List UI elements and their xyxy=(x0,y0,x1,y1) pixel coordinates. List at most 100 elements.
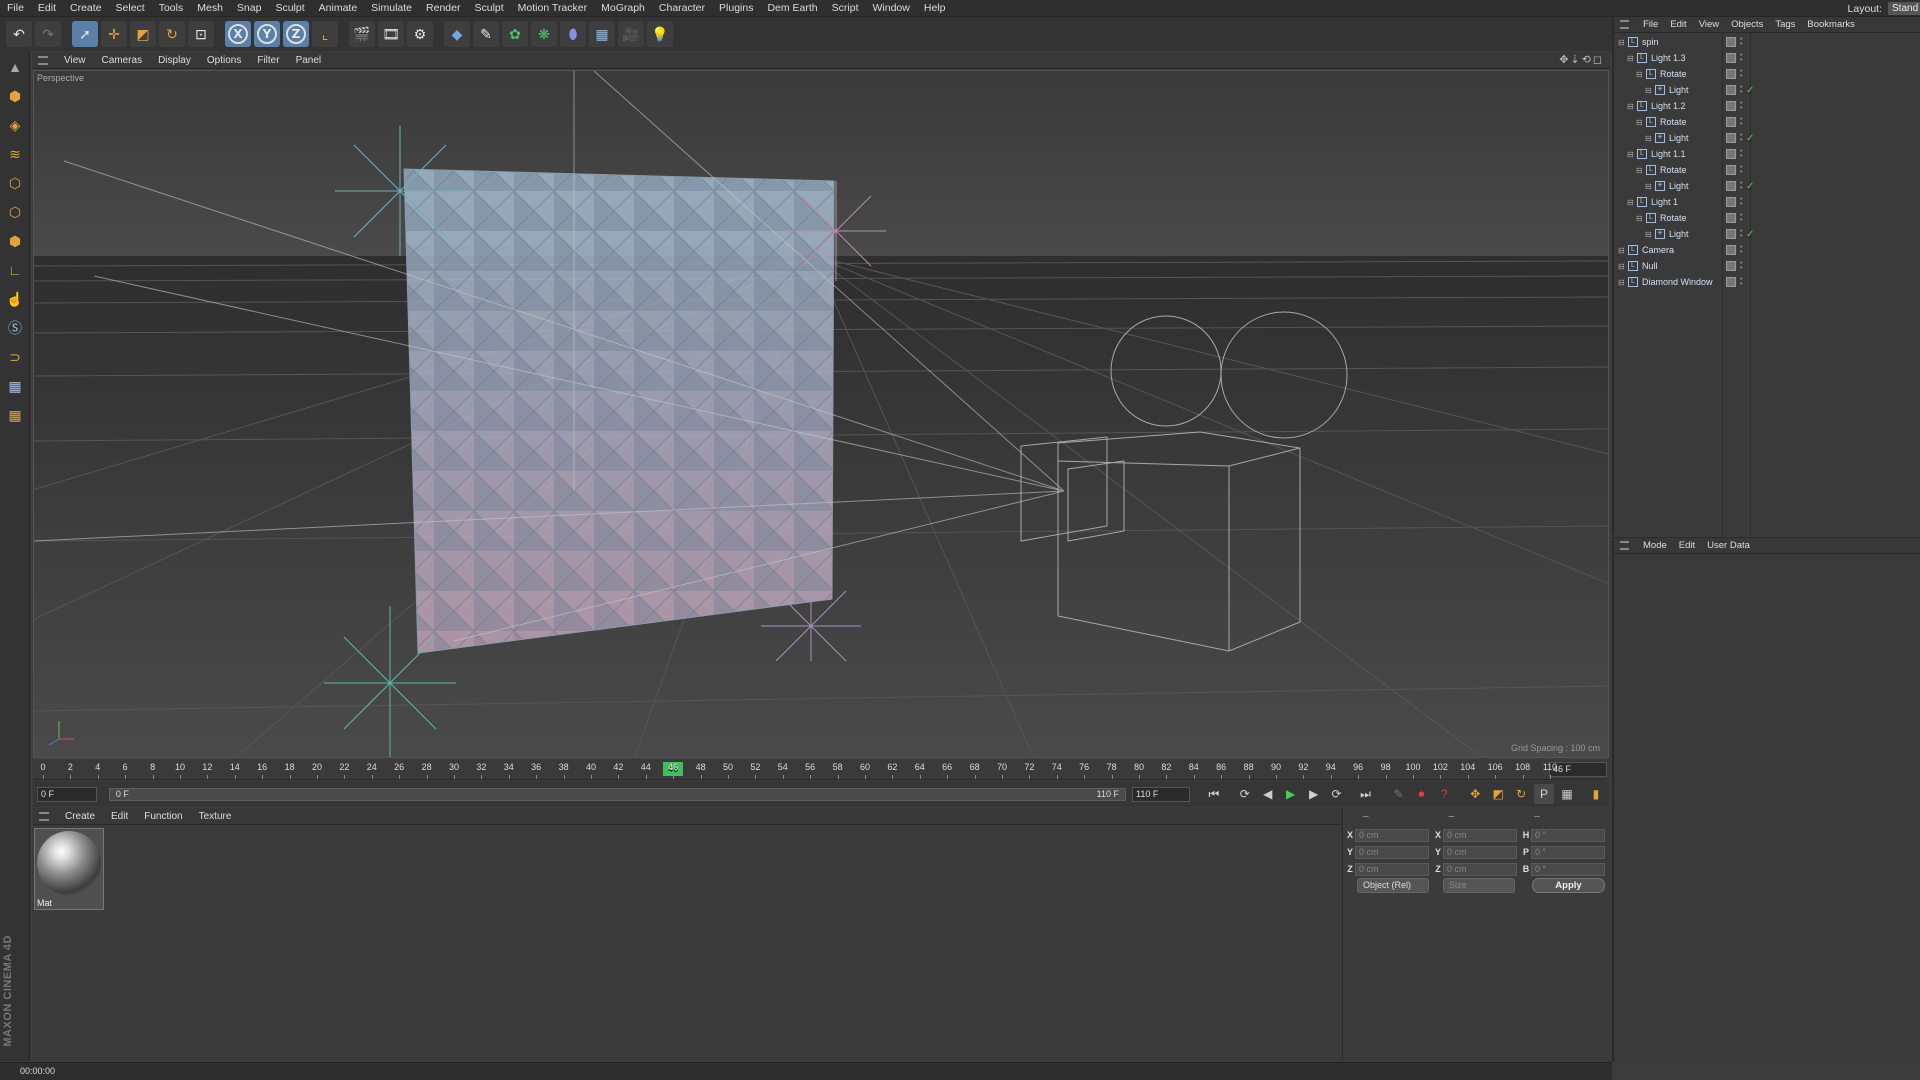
menu-tools[interactable]: Tools xyxy=(152,2,191,14)
texture-mode-icon[interactable]: ◈ xyxy=(2,112,28,138)
model-mode-icon[interactable]: ⬢ xyxy=(2,83,28,109)
menu-animate[interactable]: Animate xyxy=(312,2,365,14)
panel-grip-icon[interactable] xyxy=(38,55,48,65)
layer-visibility-icon[interactable] xyxy=(1726,229,1736,239)
snap-icon[interactable]: Ⓢ xyxy=(2,315,28,341)
viewport-menu-cameras[interactable]: Cameras xyxy=(94,55,151,66)
autokey-icon[interactable]: ? xyxy=(1434,784,1454,804)
layer-visibility-icon[interactable] xyxy=(1726,197,1736,207)
perspective-viewport[interactable]: Perspective Grid Spacing : 100 cm xyxy=(33,70,1609,758)
object-row[interactable]: ⊟ ☀ Light • • ✓ xyxy=(1614,226,1920,242)
coordinate-field[interactable]: 0 cm xyxy=(1355,845,1429,859)
object-name[interactable]: Light xyxy=(1669,133,1689,143)
editor-render-dots-icon[interactable]: • • xyxy=(1740,68,1742,80)
menu-help[interactable]: Help xyxy=(917,2,953,14)
menu-script[interactable]: Script xyxy=(825,2,866,14)
editor-render-dots-icon[interactable]: • • xyxy=(1740,244,1742,256)
menu-dem-earth[interactable]: Dem Earth xyxy=(760,2,824,14)
tree-toggle-icon[interactable]: ⊟ xyxy=(1627,198,1634,207)
key-scale-icon[interactable]: ◩ xyxy=(1488,784,1508,804)
layer-visibility-icon[interactable] xyxy=(1726,85,1736,95)
menu-edit[interactable]: Edit xyxy=(31,2,63,14)
menu-window[interactable]: Window xyxy=(866,2,917,14)
make-editable-icon[interactable]: ▲ xyxy=(2,54,28,80)
menu-mograph[interactable]: MoGraph xyxy=(594,2,652,14)
object-menu-tags[interactable]: Tags xyxy=(1769,19,1801,30)
object-row[interactable]: ⊟ L Light 1.3 • • xyxy=(1614,50,1920,66)
layer-visibility-icon[interactable] xyxy=(1726,261,1736,271)
tree-toggle-icon[interactable]: ⊟ xyxy=(1645,230,1652,239)
viewport-nav-icons[interactable]: ✥⇣⟲◻ xyxy=(1559,53,1604,66)
menu-render[interactable]: Render xyxy=(419,2,467,14)
deformer-icon[interactable]: ⬮ xyxy=(560,21,586,47)
panel-grip-icon[interactable] xyxy=(1620,20,1629,29)
y-axis-icon[interactable]: Y xyxy=(254,21,280,47)
menu-create[interactable]: Create xyxy=(63,2,109,14)
next-frame-icon[interactable]: ▶ xyxy=(1304,784,1324,804)
key-parameter-icon[interactable]: P xyxy=(1534,784,1555,804)
enabled-check-icon[interactable]: ✓ xyxy=(1746,133,1754,144)
go-to-next-key-icon[interactable]: ⟳ xyxy=(1327,784,1347,804)
rotate-icon[interactable]: ↻ xyxy=(159,21,185,47)
editor-render-dots-icon[interactable]: • • xyxy=(1740,180,1742,192)
object-row[interactable]: ⊟ L Null • • xyxy=(1614,258,1920,274)
object-menu-objects[interactable]: Objects xyxy=(1725,19,1769,30)
layer-visibility-icon[interactable] xyxy=(1726,117,1736,127)
attribute-menu-user-data[interactable]: User Data xyxy=(1701,540,1756,551)
object-row[interactable]: ⊟ L Diamond Window • • xyxy=(1614,274,1920,290)
tree-toggle-icon[interactable]: ⊟ xyxy=(1636,166,1643,175)
menu-simulate[interactable]: Simulate xyxy=(364,2,419,14)
tree-toggle-icon[interactable]: ⊟ xyxy=(1618,278,1625,287)
object-menu-edit[interactable]: Edit xyxy=(1664,19,1692,30)
layout-selector[interactable]: Layout: Stand xyxy=(1848,0,1920,17)
editor-render-dots-icon[interactable]: • • xyxy=(1740,132,1742,144)
menu-file[interactable]: File xyxy=(0,2,31,14)
viewport-menu-panel[interactable]: Panel xyxy=(288,55,330,66)
enabled-check-icon[interactable]: ✓ xyxy=(1746,181,1754,192)
apply-button[interactable]: Apply xyxy=(1532,878,1605,893)
tree-toggle-icon[interactable]: ⊟ xyxy=(1645,182,1652,191)
size-mode-select[interactable]: Size xyxy=(1443,878,1515,893)
editor-render-dots-icon[interactable]: • • xyxy=(1740,196,1742,208)
object-row[interactable]: ⊟ L Rotate • • xyxy=(1614,162,1920,178)
start-frame-field[interactable]: 0 F xyxy=(37,786,97,802)
cube-icon[interactable]: ◆ xyxy=(444,21,470,47)
material-menu-texture[interactable]: Texture xyxy=(191,811,240,822)
coordinate-field[interactable]: 0 cm xyxy=(1355,862,1429,876)
layer-visibility-icon[interactable] xyxy=(1726,37,1736,47)
render-view-icon[interactable]: 🎬 xyxy=(349,21,375,47)
timeline-ruler[interactable]: 46 46 F 0 2 4 6 8 10 12 14 16 18 20 22 24 26 28 30 32 34 3… xyxy=(33,760,1609,780)
menu-sculpt[interactable]: Sculpt xyxy=(268,2,311,14)
object-name[interactable]: Null xyxy=(1642,261,1658,271)
editor-render-dots-icon[interactable]: • • xyxy=(1740,164,1742,176)
object-name[interactable]: Light xyxy=(1669,229,1689,239)
editor-render-dots-icon[interactable]: • • xyxy=(1740,100,1742,112)
timeline-window-icon[interactable]: ▮ xyxy=(1586,784,1606,804)
play-forward-icon[interactable]: ▶ xyxy=(1281,784,1301,804)
undo-icon[interactable]: ↶ xyxy=(6,21,32,47)
viewport-menu-view[interactable]: View xyxy=(56,55,94,66)
material-menu-function[interactable]: Function xyxy=(136,811,190,822)
tree-toggle-icon[interactable]: ⊟ xyxy=(1618,262,1625,271)
object-row[interactable]: ⊟ L Light 1.2 • • xyxy=(1614,98,1920,114)
object-name[interactable]: Light xyxy=(1669,85,1689,95)
end-frame-field[interactable]: 110 F xyxy=(1132,786,1190,802)
object-name[interactable]: Rotate xyxy=(1660,213,1687,223)
object-row[interactable]: ⊟ L Rotate • • xyxy=(1614,114,1920,130)
object-row[interactable]: ⊟ Lspin • • xyxy=(1614,34,1920,50)
current-frame-field[interactable]: 46 F xyxy=(1549,762,1607,777)
object-row[interactable]: ⊟ L Camera • • xyxy=(1614,242,1920,258)
editor-render-dots-icon[interactable]: • • xyxy=(1740,52,1742,64)
object-row[interactable]: ⊟ L Rotate • • xyxy=(1614,210,1920,226)
polygons-mode-icon[interactable]: ⬢ xyxy=(2,228,28,254)
menu-select[interactable]: Select xyxy=(109,2,152,14)
object-name[interactable]: Rotate xyxy=(1660,69,1687,79)
layer-visibility-icon[interactable] xyxy=(1726,69,1736,79)
camera-icon[interactable]: 🎥 xyxy=(618,21,644,47)
coordinate-system-icon[interactable]: ⌞ xyxy=(312,21,338,47)
magnet-icon[interactable]: ⊃ xyxy=(2,344,28,370)
tree-toggle-icon[interactable]: ⊟ xyxy=(1627,54,1634,63)
layer-visibility-icon[interactable] xyxy=(1726,101,1736,111)
render-picture-viewer-icon[interactable]: 🎞 xyxy=(378,21,404,47)
object-name[interactable]: Light 1.2 xyxy=(1651,101,1686,111)
